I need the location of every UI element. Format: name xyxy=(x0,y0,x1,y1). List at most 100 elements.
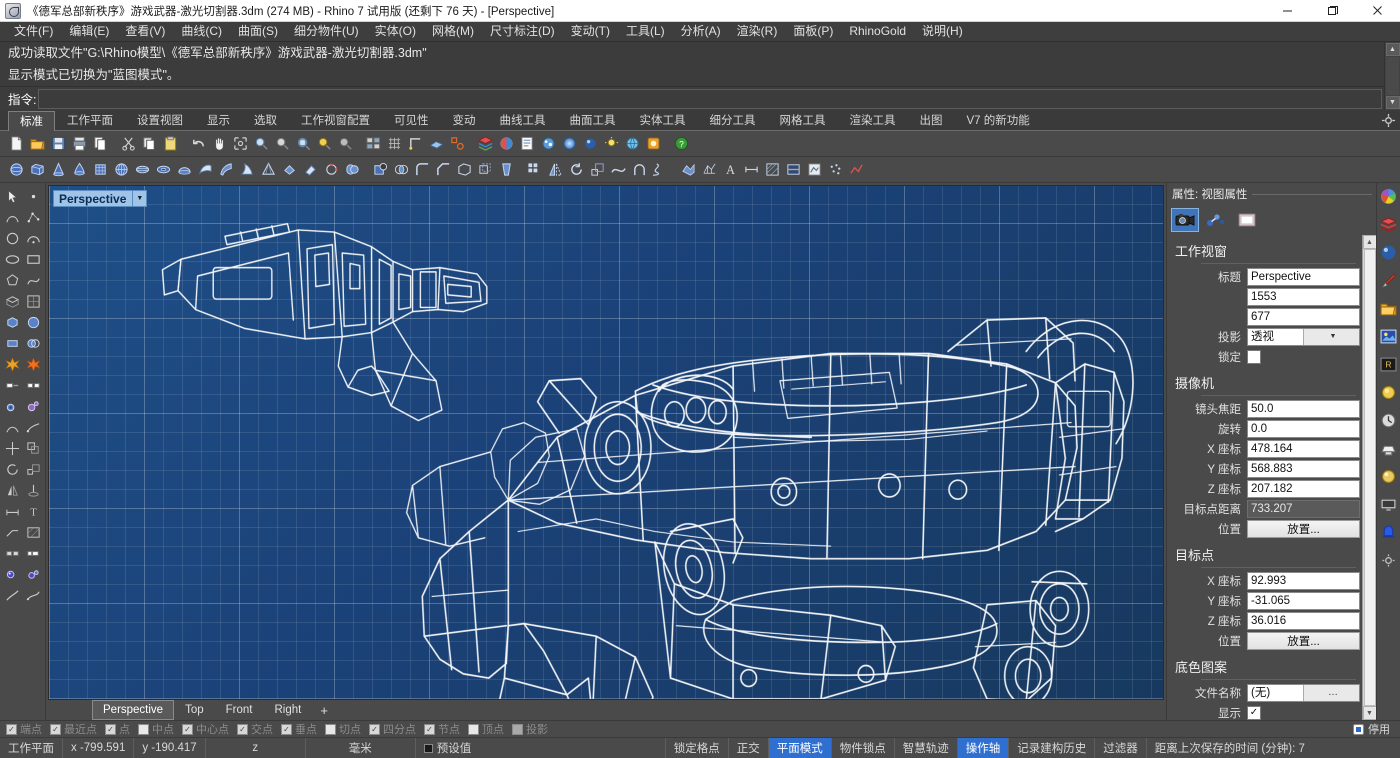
boolean-diff-icon[interactable] xyxy=(370,160,390,180)
tab-transform[interactable]: 变动 xyxy=(441,110,488,130)
settings-gear-icon[interactable] xyxy=(1379,551,1398,570)
torus-icon[interactable] xyxy=(153,160,173,180)
array-linear-icon[interactable] xyxy=(2,417,22,437)
zoom-previous-icon[interactable] xyxy=(335,134,355,154)
boolean-intersect-icon[interactable] xyxy=(391,160,411,180)
fillet-edge-icon[interactable] xyxy=(412,160,432,180)
checkbox-icon[interactable]: ✓ xyxy=(512,724,523,735)
cut-scissors-icon[interactable] xyxy=(118,134,138,154)
copy-icon[interactable] xyxy=(139,134,159,154)
revolve-icon[interactable] xyxy=(279,160,299,180)
make2d-icon[interactable] xyxy=(804,160,824,180)
menu-render[interactable]: 渲染(R) xyxy=(729,22,786,41)
browse-ellipsis-button[interactable]: … xyxy=(1303,685,1359,701)
rail-revolve-icon[interactable] xyxy=(300,160,320,180)
checkbox-icon[interactable]: ✓ xyxy=(182,724,193,735)
tab-visibility[interactable]: 可见性 xyxy=(382,110,441,130)
checkbox-icon[interactable]: ✓ xyxy=(138,724,149,735)
osnap-knot[interactable]: ✓节点 xyxy=(422,721,466,737)
mirror2-icon[interactable] xyxy=(2,480,22,500)
color-wheel-icon[interactable] xyxy=(1379,187,1398,206)
properties-icon[interactable] xyxy=(517,134,537,154)
array-polar-icon[interactable] xyxy=(23,417,43,437)
copy-page-icon[interactable] xyxy=(90,134,110,154)
mesh-tools-icon[interactable] xyxy=(699,160,719,180)
materials-sphere-icon[interactable] xyxy=(1379,243,1398,262)
dimension-icon[interactable] xyxy=(741,160,761,180)
boolean-union-icon[interactable] xyxy=(342,160,362,180)
target-place-button[interactable]: 放置... xyxy=(1247,632,1360,650)
dimension2-icon[interactable] xyxy=(2,501,22,521)
menu-surface[interactable]: 曲面(S) xyxy=(230,22,286,41)
explode-icon[interactable] xyxy=(2,354,22,374)
osnap-near[interactable]: ✓最近点 xyxy=(48,721,103,737)
box-solid-icon[interactable] xyxy=(2,312,22,332)
text2-icon[interactable]: T xyxy=(23,501,43,521)
moon-light-icon[interactable] xyxy=(1379,467,1398,486)
help-icon[interactable]: ? xyxy=(671,134,691,154)
text-icon[interactable]: A xyxy=(720,160,740,180)
offset-surface-icon[interactable] xyxy=(475,160,495,180)
box-icon[interactable] xyxy=(27,160,47,180)
prop-checkbox-show[interactable]: ✓ xyxy=(1247,706,1261,720)
chevron-down-icon[interactable]: ▼ xyxy=(132,191,146,206)
tab-cplane[interactable]: 工作平面 xyxy=(55,110,125,130)
select-arrow-icon[interactable] xyxy=(2,186,22,206)
status-units[interactable]: 毫米 xyxy=(306,738,416,758)
sphere-icon[interactable] xyxy=(6,160,26,180)
menu-dimension[interactable]: 尺寸标注(D) xyxy=(482,22,563,41)
planar-icon[interactable] xyxy=(426,134,446,154)
osnap-mid[interactable]: ✓中点 xyxy=(136,721,180,737)
menu-help[interactable]: 说明(H) xyxy=(914,22,971,41)
scroll-up-icon[interactable]: ▲ xyxy=(1386,43,1400,56)
prop-value-height[interactable]: 677 xyxy=(1247,308,1360,326)
scroll-down-icon[interactable]: ▼ xyxy=(1386,96,1400,109)
status-cplane[interactable]: 工作平面 xyxy=(0,738,63,758)
undo-icon[interactable] xyxy=(188,134,208,154)
prop-value-camera-x[interactable]: 478.164 xyxy=(1247,440,1360,458)
close-button[interactable] xyxy=(1355,0,1400,22)
menu-tools[interactable]: 工具(L) xyxy=(618,22,673,41)
sphere2-icon[interactable] xyxy=(111,160,131,180)
tab-whats-new-v7[interactable]: V7 的新功能 xyxy=(955,110,1042,130)
print-icon[interactable] xyxy=(69,134,89,154)
render-icon[interactable] xyxy=(559,134,579,154)
grid-snap-icon[interactable] xyxy=(384,134,404,154)
prop-value-target-y[interactable]: -31.065 xyxy=(1247,592,1360,610)
tab-mesh-tools[interactable]: 网格工具 xyxy=(768,110,838,130)
hatch2-icon[interactable] xyxy=(23,522,43,542)
viewport-layout-icon[interactable] xyxy=(363,134,383,154)
osnap-center[interactable]: ✓中心点 xyxy=(180,721,235,737)
offset-icon[interactable] xyxy=(2,396,22,416)
status-toggle-osnap[interactable]: 物件锁点 xyxy=(832,738,895,758)
sweep2-icon[interactable] xyxy=(237,160,257,180)
tab-solid-tools[interactable]: 实体工具 xyxy=(628,110,698,130)
freeform-curve-icon[interactable] xyxy=(23,270,43,290)
sphere-solid-icon[interactable] xyxy=(23,312,43,332)
layers-stack-icon[interactable] xyxy=(1379,215,1398,234)
tab-display[interactable]: 显示 xyxy=(195,110,242,130)
notes-icon[interactable] xyxy=(538,134,558,154)
rectangle-icon[interactable] xyxy=(23,249,43,269)
light-icon[interactable] xyxy=(601,134,621,154)
prop-value-filename[interactable]: (无) … xyxy=(1247,684,1360,702)
command-input[interactable] xyxy=(38,89,1382,109)
status-toggle-gumball[interactable]: 操作轴 xyxy=(958,738,1010,758)
linetype-tab[interactable] xyxy=(1202,208,1230,232)
prop-value-rotation[interactable]: 0.0 xyxy=(1247,420,1360,438)
measure-icon[interactable] xyxy=(23,585,43,605)
cylinder-icon[interactable] xyxy=(90,160,110,180)
ellipse-icon[interactable] xyxy=(2,249,22,269)
ortho-icon[interactable] xyxy=(405,134,425,154)
osnap-project[interactable]: ✓投影 xyxy=(510,721,554,737)
ellipsoid-icon[interactable] xyxy=(132,160,152,180)
prop-value-target-x[interactable]: 92.993 xyxy=(1247,572,1360,590)
paraboloid-icon[interactable] xyxy=(174,160,194,180)
menu-curve[interactable]: 曲线(C) xyxy=(173,22,230,41)
twist-icon[interactable] xyxy=(650,160,670,180)
chamfer-edge-icon[interactable] xyxy=(433,160,453,180)
tab-surface-tools[interactable]: 曲面工具 xyxy=(558,110,628,130)
move-icon[interactable] xyxy=(2,438,22,458)
extrude-solid-icon[interactable] xyxy=(2,333,22,353)
layer2-icon[interactable] xyxy=(2,543,22,563)
